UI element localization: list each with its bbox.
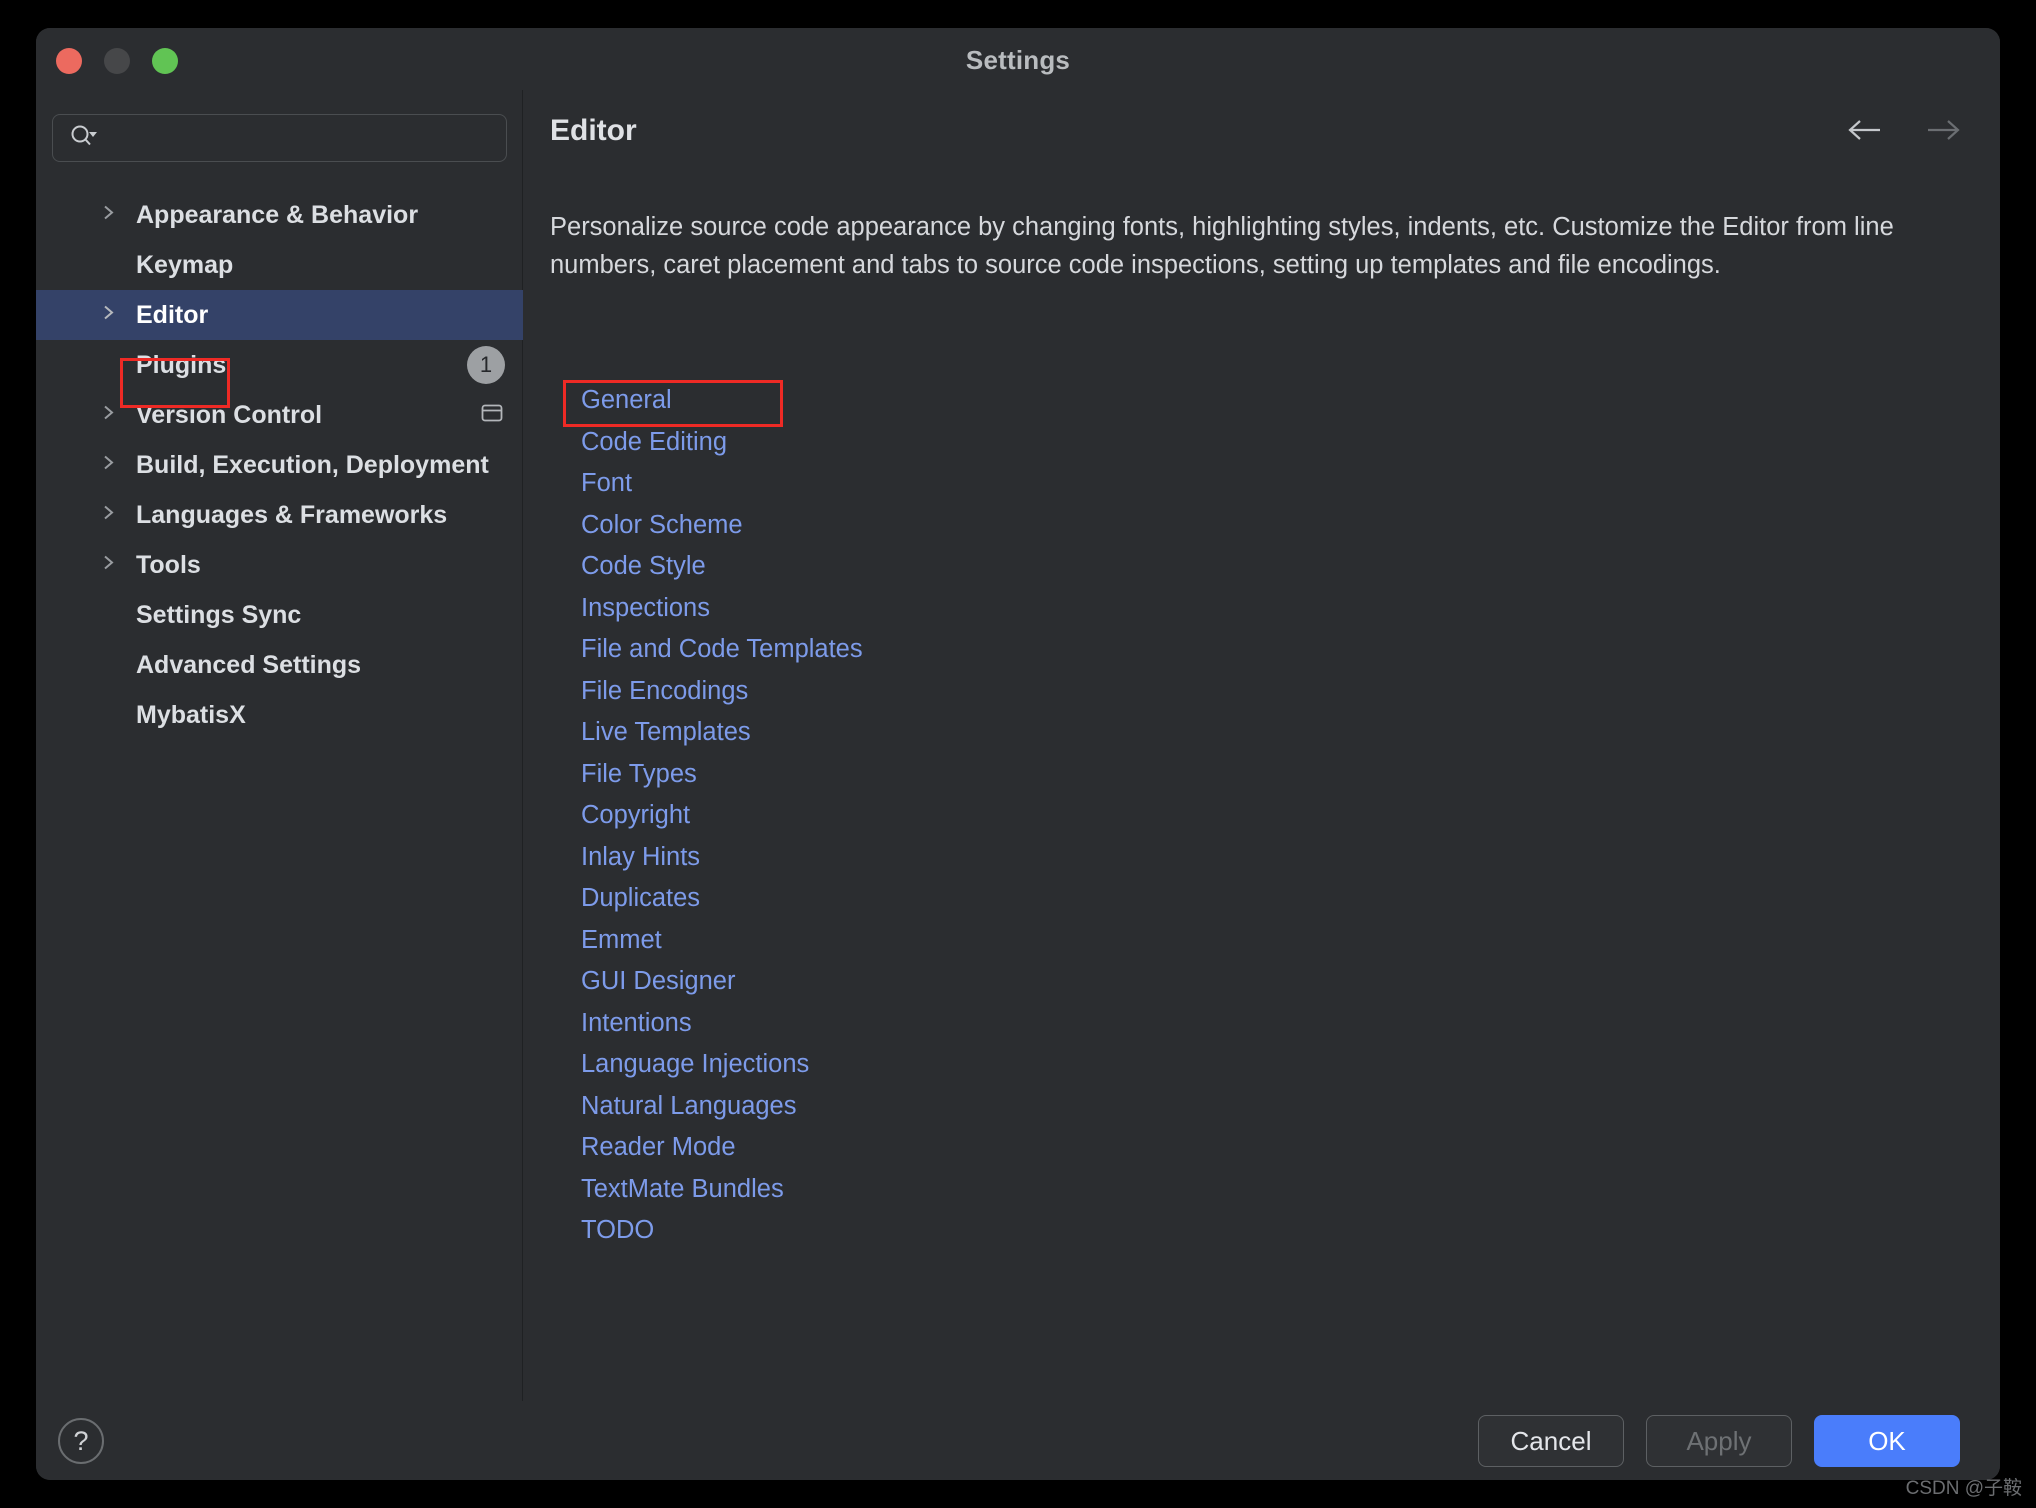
apply-button[interactable]: Apply xyxy=(1646,1415,1792,1467)
chevron-right-icon[interactable] xyxy=(102,553,116,578)
sidebar-item-keymap[interactable]: Keymap xyxy=(36,240,523,290)
link-intentions[interactable]: Intentions xyxy=(581,1009,692,1038)
link-natural-languages[interactable]: Natural Languages xyxy=(581,1092,797,1121)
list-item[interactable]: Inspections xyxy=(581,588,863,630)
sidebar-item-label: MybatisX xyxy=(136,700,246,729)
link-textmate-bundles[interactable]: TextMate Bundles xyxy=(581,1175,784,1204)
sidebar-item-label: Version Control xyxy=(136,400,323,429)
list-item[interactable]: Color Scheme xyxy=(581,505,863,547)
link-code-style[interactable]: Code Style xyxy=(581,552,706,581)
sidebar-item-label: Advanced Settings xyxy=(136,650,362,679)
link-reader-mode[interactable]: Reader Mode xyxy=(581,1133,736,1162)
sidebar-item-advanced-settings[interactable]: Advanced Settings xyxy=(36,640,523,690)
sidebar-item-appearance-behavior[interactable]: Appearance & Behavior xyxy=(36,190,523,240)
list-item[interactable]: General xyxy=(581,380,863,422)
title-bar: Settings xyxy=(36,28,2000,90)
help-button[interactable]: ? xyxy=(58,1418,104,1464)
navigation-arrows xyxy=(1844,116,1964,149)
sidebar-item-languages-frameworks[interactable]: Languages & Frameworks xyxy=(36,490,523,540)
list-item[interactable]: Reader Mode xyxy=(581,1127,863,1169)
list-item[interactable]: File Types xyxy=(581,754,863,796)
sidebar-item-editor[interactable]: Editor xyxy=(36,290,523,340)
sidebar-item-label: Appearance & Behavior xyxy=(136,200,419,229)
footer-button-group: Cancel Apply OK xyxy=(1478,1415,1960,1467)
sidebar-item-plugins[interactable]: Plugins 1 xyxy=(36,340,523,390)
link-file-types[interactable]: File Types xyxy=(581,760,697,789)
list-item[interactable]: Language Injections xyxy=(581,1044,863,1086)
plugins-update-badge: 1 xyxy=(467,346,505,384)
window-body: Appearance & Behavior Keymap Editor Plug… xyxy=(36,90,2000,1401)
link-file-encodings[interactable]: File Encodings xyxy=(581,677,748,706)
sidebar-item-label: Keymap xyxy=(136,250,234,279)
settings-content: Editor Personalize source code appearanc… xyxy=(523,90,2000,1401)
page-title: Editor xyxy=(550,114,637,147)
sidebar-item-settings-sync[interactable]: Settings Sync xyxy=(36,590,523,640)
search-icon xyxy=(69,124,99,153)
link-font[interactable]: Font xyxy=(581,469,632,498)
panel-icon xyxy=(479,401,505,430)
sidebar-item-tools[interactable]: Tools xyxy=(36,540,523,590)
sidebar-item-label: Editor xyxy=(136,300,209,329)
link-color-scheme[interactable]: Color Scheme xyxy=(581,511,743,540)
chevron-right-icon[interactable] xyxy=(102,503,116,528)
chevron-right-icon[interactable] xyxy=(102,403,116,428)
sidebar-item-label: Plugins xyxy=(136,350,227,379)
link-copyright[interactable]: Copyright xyxy=(581,801,690,830)
link-file-and-code-templates[interactable]: File and Code Templates xyxy=(581,635,863,664)
settings-window: Settings Appearance & Behavior Keymap Ed… xyxy=(36,28,2000,1480)
link-general[interactable]: General xyxy=(581,386,672,415)
link-duplicates[interactable]: Duplicates xyxy=(581,884,700,913)
list-item[interactable]: File and Code Templates xyxy=(581,629,863,671)
link-code-editing[interactable]: Code Editing xyxy=(581,428,727,457)
list-item[interactable]: Code Style xyxy=(581,546,863,588)
sidebar-item-mybatisx[interactable]: MybatisX xyxy=(36,690,523,740)
list-item[interactable]: Copyright xyxy=(581,795,863,837)
ok-button[interactable]: OK xyxy=(1814,1415,1960,1467)
sidebar-item-accessory xyxy=(479,401,505,430)
list-item[interactable]: Inlay Hints xyxy=(581,837,863,879)
list-item[interactable]: Emmet xyxy=(581,920,863,962)
sidebar-item-build-execution-deployment[interactable]: Build, Execution, Deployment xyxy=(36,440,523,490)
list-item[interactable]: Live Templates xyxy=(581,712,863,754)
sidebar-item-version-control[interactable]: Version Control xyxy=(36,390,523,440)
screen: Settings Appearance & Behavior Keymap Ed… xyxy=(0,0,2036,1508)
list-item[interactable]: GUI Designer xyxy=(581,961,863,1003)
link-live-templates[interactable]: Live Templates xyxy=(581,718,751,747)
list-item[interactable]: Intentions xyxy=(581,1003,863,1045)
sidebar-nav-list: Appearance & Behavior Keymap Editor Plug… xyxy=(36,190,523,740)
link-emmet[interactable]: Emmet xyxy=(581,926,662,955)
chevron-right-icon[interactable] xyxy=(102,453,116,478)
sidebar-item-label: Build, Execution, Deployment xyxy=(136,450,489,479)
list-item[interactable]: TextMate Bundles xyxy=(581,1169,863,1211)
list-item[interactable]: Code Editing xyxy=(581,422,863,464)
window-title: Settings xyxy=(965,45,1071,75)
list-item[interactable]: Duplicates xyxy=(581,878,863,920)
link-gui-designer[interactable]: GUI Designer xyxy=(581,967,735,996)
sidebar-item-label: Languages & Frameworks xyxy=(136,500,448,529)
list-item[interactable]: File Encodings xyxy=(581,671,863,713)
sidebar-item-label: Settings Sync xyxy=(136,600,302,629)
chevron-right-icon[interactable] xyxy=(102,303,116,328)
arrow-left-icon[interactable] xyxy=(1844,116,1886,149)
link-inlay-hints[interactable]: Inlay Hints xyxy=(581,843,700,872)
settings-sidebar: Appearance & Behavior Keymap Editor Plug… xyxy=(36,90,523,1401)
list-item[interactable]: Font xyxy=(581,463,863,505)
link-todo[interactable]: TODO xyxy=(581,1216,654,1245)
link-inspections[interactable]: Inspections xyxy=(581,594,710,623)
list-item[interactable]: TODO xyxy=(581,1210,863,1252)
search-box[interactable] xyxy=(52,114,507,162)
editor-subsection-links: General Code Editing Font Color Scheme C… xyxy=(581,380,863,1252)
arrow-right-icon[interactable] xyxy=(1922,116,1964,149)
sidebar-item-label: Tools xyxy=(136,550,201,579)
cancel-button[interactable]: Cancel xyxy=(1478,1415,1624,1467)
link-language-injections[interactable]: Language Injections xyxy=(581,1050,809,1079)
list-item[interactable]: Natural Languages xyxy=(581,1086,863,1128)
sidebar-item-accessory: 1 xyxy=(467,346,505,384)
watermark: CSDN @子鞍 xyxy=(1905,1478,2022,1499)
content-header: Editor xyxy=(523,90,2000,186)
dialog-footer: ? Cancel Apply OK xyxy=(36,1401,2000,1480)
page-description: Personalize source code appearance by ch… xyxy=(550,213,1894,279)
chevron-right-icon[interactable] xyxy=(102,203,116,228)
